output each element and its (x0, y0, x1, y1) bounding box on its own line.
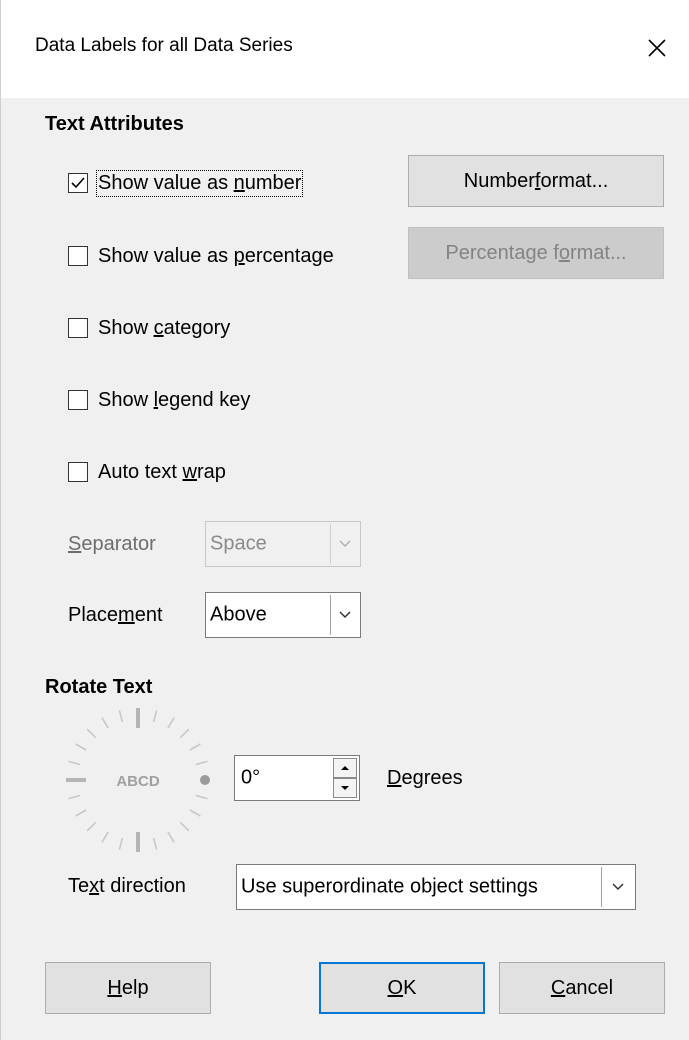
caret-down-icon (341, 786, 349, 790)
degrees-label: Degrees (387, 767, 463, 789)
separator-label: Separator (68, 533, 156, 555)
help-button[interactable]: Help (45, 962, 211, 1014)
chevron-down-icon (330, 595, 358, 635)
dial-tick (152, 710, 158, 723)
separator-select[interactable]: Space (205, 521, 361, 567)
number-format-button[interactable]: Number f ormat... (408, 155, 664, 207)
decrement-button[interactable] (333, 778, 357, 798)
show-value-as-percentage-label: Show value as percentage (98, 244, 334, 267)
dial-label: ABCD (116, 773, 159, 790)
dial-tick (75, 743, 87, 751)
rotation-dial[interactable]: ABCD (63, 705, 213, 855)
dial-tick (195, 794, 208, 800)
dial-tick (189, 809, 201, 817)
dial-tick (118, 710, 124, 723)
degrees-spinbox[interactable]: 0° (234, 755, 360, 801)
dial-tick (152, 837, 158, 850)
placement-label: Placement (68, 604, 163, 626)
dial-tick (101, 717, 109, 729)
dial-tick (167, 831, 175, 843)
title-bar: Data Labels for all Data Series (1, 0, 689, 98)
show-value-as-number-label: Show value as number (95, 169, 304, 197)
degrees-value: 0° (241, 766, 261, 789)
text-direction-select[interactable]: Use superordinate object settings (236, 864, 636, 910)
percentage-format-button[interactable]: Percentage f o rmat... (408, 227, 664, 279)
dial-tick (86, 728, 97, 739)
dial-tick (179, 728, 190, 739)
increment-button[interactable] (333, 758, 357, 778)
placement-value: Above (210, 603, 267, 626)
dial-tick (167, 717, 175, 729)
checkbox-box (68, 390, 88, 410)
show-legend-key-checkbox[interactable]: Show legend key (68, 385, 250, 415)
auto-text-wrap-label: Auto text wrap (98, 460, 226, 483)
dial-tick (189, 743, 201, 751)
close-icon (648, 39, 666, 57)
checkbox-box (68, 173, 88, 193)
placement-select[interactable]: Above (205, 592, 361, 638)
dial-tick (118, 837, 124, 850)
section-rotate-text: Rotate Text (45, 676, 153, 698)
ok-button[interactable]: OK (319, 962, 485, 1014)
checkbox-box (68, 246, 88, 266)
checkbox-box (68, 318, 88, 338)
auto-text-wrap-checkbox[interactable]: Auto text wrap (68, 457, 226, 487)
close-button[interactable] (637, 28, 677, 68)
show-value-as-number-checkbox[interactable]: Show value as number (68, 168, 304, 198)
dial-tick (68, 760, 81, 766)
dial-tick (75, 809, 87, 817)
dial-tick (68, 794, 81, 800)
separator-value: Space (210, 532, 267, 555)
show-legend-key-label: Show legend key (98, 388, 251, 411)
dial-tick (86, 821, 97, 832)
dial-tick (195, 760, 208, 766)
section-text-attributes: Text Attributes (45, 113, 184, 135)
show-value-as-percentage-checkbox[interactable]: Show value as percentage (68, 241, 334, 271)
show-category-checkbox[interactable]: Show category (68, 313, 230, 343)
dial-tick (179, 821, 190, 832)
show-category-label: Show category (98, 316, 231, 339)
caret-up-icon (341, 766, 349, 770)
dialog-title: Data Labels for all Data Series (35, 35, 293, 56)
chevron-down-icon (601, 867, 633, 907)
dial-tick (101, 831, 109, 843)
checkmark-icon (71, 177, 85, 189)
text-direction-value: Use superordinate object settings (241, 875, 538, 898)
cancel-button[interactable]: Cancel (499, 962, 665, 1014)
rotation-dial-graphic: ABCD (66, 708, 210, 852)
dial-handle (200, 775, 210, 785)
data-labels-dialog: Data Labels for all Data Series Text Att… (0, 0, 689, 1040)
text-direction-label: Text direction (68, 875, 186, 897)
chevron-down-icon (330, 524, 358, 564)
checkbox-box (68, 462, 88, 482)
